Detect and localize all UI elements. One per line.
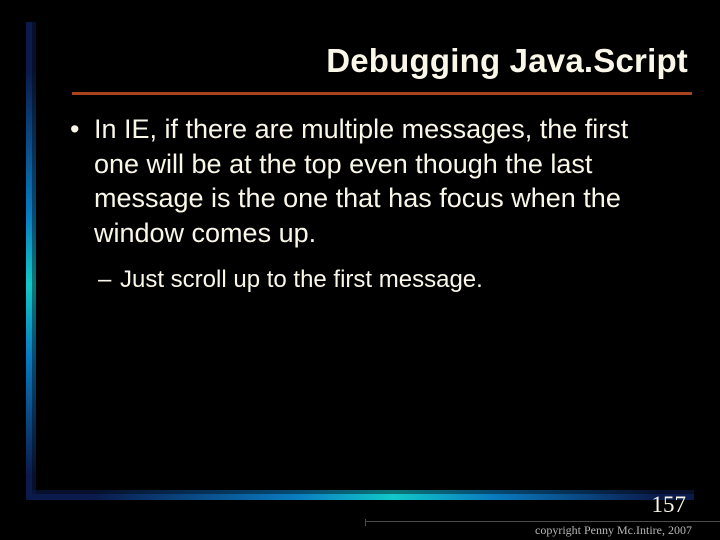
bullet-dot-icon: • [70, 112, 94, 250]
slide: Debugging Java.Script • In IE, if there … [0, 0, 720, 540]
title-container: Debugging Java.Script [80, 42, 688, 84]
footer-tick [365, 519, 366, 526]
slide-body: • In IE, if there are multiple messages,… [70, 112, 680, 295]
horizontal-accent-bar [26, 494, 694, 500]
copyright-text: copyright Penny Mc.Intire, 2007 [535, 523, 692, 538]
page-number: 157 [652, 492, 687, 518]
title-underline [72, 92, 692, 95]
bullet-dash-icon: – [98, 264, 120, 295]
slide-title: Debugging Java.Script [326, 42, 688, 84]
vertical-accent-bar-inner [32, 22, 36, 500]
footer-rule [365, 521, 720, 522]
bullet-level-1-text: In IE, if there are multiple messages, t… [94, 112, 680, 250]
bullet-level-1: • In IE, if there are multiple messages,… [70, 112, 680, 250]
horizontal-accent-bar-inner [26, 490, 694, 494]
bullet-level-2-text: Just scroll up to the first message. [120, 264, 483, 295]
bullet-level-2: – Just scroll up to the first message. [98, 264, 680, 295]
